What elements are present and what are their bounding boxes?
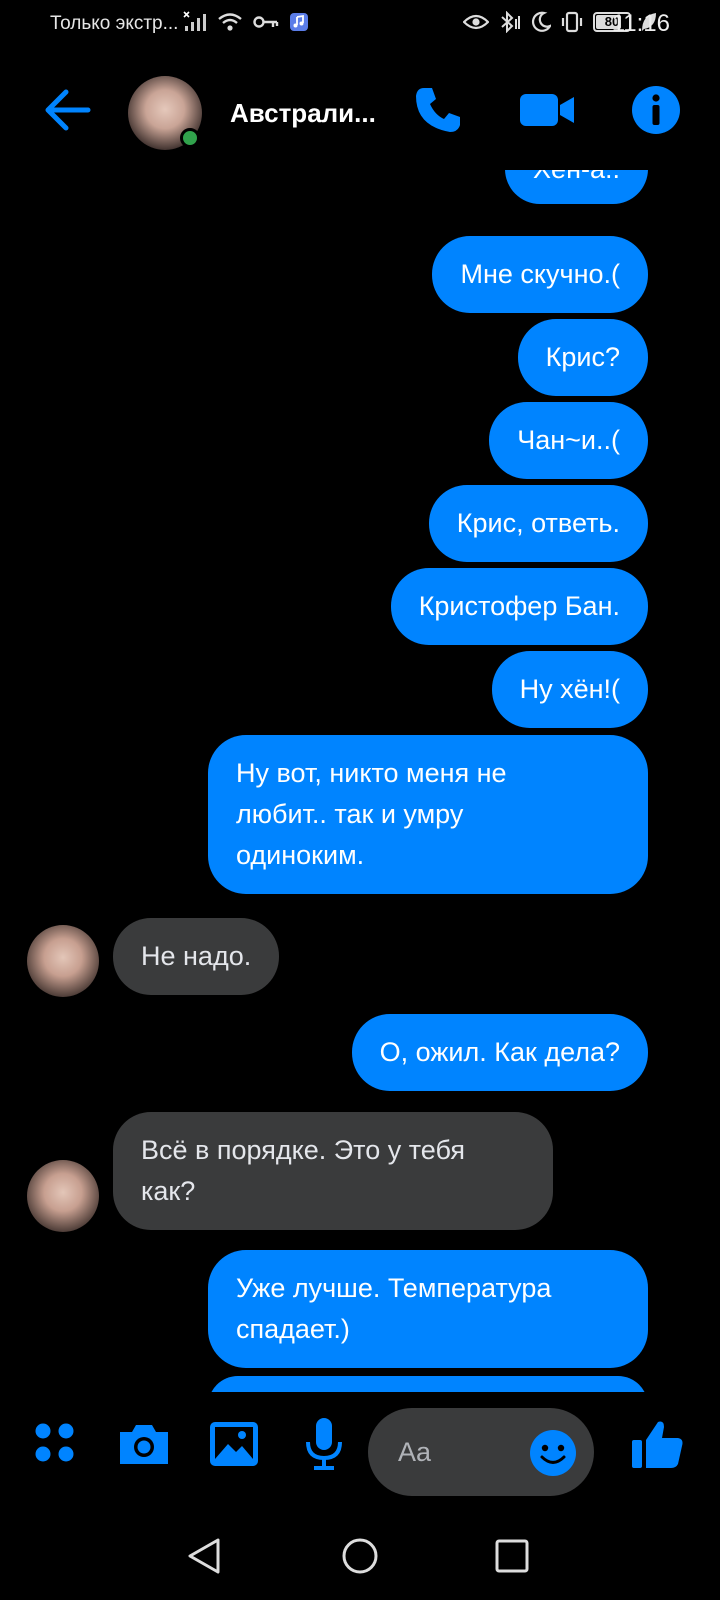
message-text: О, ожил. Как дела? (351, 1014, 648, 1091)
sender-avatar[interactable] (27, 925, 99, 997)
microphone-icon (306, 1418, 342, 1470)
message-outgoing[interactable]: Мне скучно.( (432, 236, 648, 313)
vpn-key-icon (253, 16, 279, 28)
nav-back-icon (188, 1538, 220, 1574)
message-text: Хён-а.. (505, 170, 648, 204)
carrier-label: Только экстр... (50, 13, 179, 34)
message-input[interactable]: Aa (368, 1408, 594, 1496)
back-arrow-icon (45, 89, 91, 131)
chat-header: Австрали... (0, 60, 720, 160)
gallery-button[interactable] (204, 1414, 264, 1474)
message-input-placeholder: Aa (398, 1437, 432, 1467)
message-text: Ну хён!( (491, 651, 648, 728)
camera-button[interactable] (114, 1414, 174, 1474)
nav-back-button[interactable] (182, 1532, 230, 1580)
bluetooth-icon (501, 11, 520, 33)
like-button[interactable] (628, 1414, 688, 1474)
message-outgoing[interactable]: Крис? (517, 319, 648, 396)
contact-avatar-button[interactable] (128, 76, 202, 150)
info-icon (632, 86, 680, 134)
message-outgoing[interactable]: Уже лучше. Температура спадает.) (208, 1250, 648, 1368)
message-outgoing-partial[interactable] (208, 1376, 648, 1392)
message-text: Не надо. (113, 918, 280, 995)
sender-avatar[interactable] (27, 1160, 99, 1232)
message-outgoing[interactable]: Кристофер Бан. (390, 568, 648, 645)
more-actions-button[interactable] (26, 1414, 86, 1474)
nav-recents-icon (495, 1539, 529, 1573)
contact-name[interactable]: Австрали... (230, 98, 390, 129)
message-outgoing[interactable]: Ну вот, никто меня не любит.. так и умру… (208, 735, 648, 894)
no-signal-icon (183, 11, 206, 31)
video-camera-icon (520, 94, 574, 126)
message-text: Крис, ответь. (428, 485, 648, 562)
video-call-button[interactable] (518, 82, 578, 138)
online-status-dot (180, 128, 200, 148)
message-text: Мне скучно.( (432, 236, 648, 313)
gallery-icon (210, 1422, 258, 1466)
message-outgoing[interactable]: О, ожил. Как дела? (351, 1014, 648, 1091)
wifi-icon (218, 13, 242, 31)
clock: 11:16 (611, 10, 670, 37)
message-outgoing[interactable]: Ну хён!( (491, 651, 648, 728)
voice-call-button[interactable] (410, 82, 470, 138)
message-incoming[interactable]: Не надо. (113, 918, 280, 995)
nav-recents-button[interactable] (488, 1532, 536, 1580)
app-notification-icon (290, 13, 308, 31)
camera-icon (120, 1425, 168, 1464)
conversation-info-button[interactable] (628, 82, 688, 138)
message-text: Чан~и..( (489, 402, 648, 479)
message-incoming[interactable]: Всё в порядке. Это у тебя как? (113, 1112, 553, 1230)
moon-icon (532, 11, 551, 32)
message-text: Всё в порядке. Это у тебя как? (113, 1112, 553, 1230)
emoji-button[interactable] (528, 1428, 578, 1478)
thumbs-up-icon (632, 1421, 683, 1468)
vibrate-icon (561, 11, 583, 33)
system-navigation-bar (0, 1510, 720, 1600)
emoji-icon (530, 1430, 576, 1476)
message-outgoing[interactable]: Чан~и..( (489, 402, 648, 479)
eye-icon (463, 14, 489, 30)
message-text: Ну вот, никто меня не любит.. так и умру… (208, 735, 648, 894)
message-outgoing[interactable]: Хён-а.. (505, 170, 648, 204)
message-outgoing[interactable]: Крис, ответь. (428, 485, 648, 562)
message-list[interactable]: Хён-а.. Мне скучно.( Крис? Чан~и..( Крис… (0, 170, 720, 1392)
voice-message-button[interactable] (294, 1414, 354, 1474)
message-text: Уже лучше. Температура спадает.) (208, 1250, 648, 1368)
message-bubble-cut-off (208, 1376, 648, 1392)
nav-home-button[interactable] (336, 1532, 384, 1580)
status-bar: Только экстр... 80 11:16 (0, 0, 720, 50)
composer-bar: Aa (0, 1392, 720, 1510)
message-text: Крис? (517, 319, 648, 396)
apps-menu-icon (35, 1423, 74, 1462)
phone-icon (416, 88, 460, 132)
nav-home-icon (342, 1538, 378, 1574)
back-button[interactable] (40, 82, 96, 138)
message-text: Кристофер Бан. (390, 568, 648, 645)
